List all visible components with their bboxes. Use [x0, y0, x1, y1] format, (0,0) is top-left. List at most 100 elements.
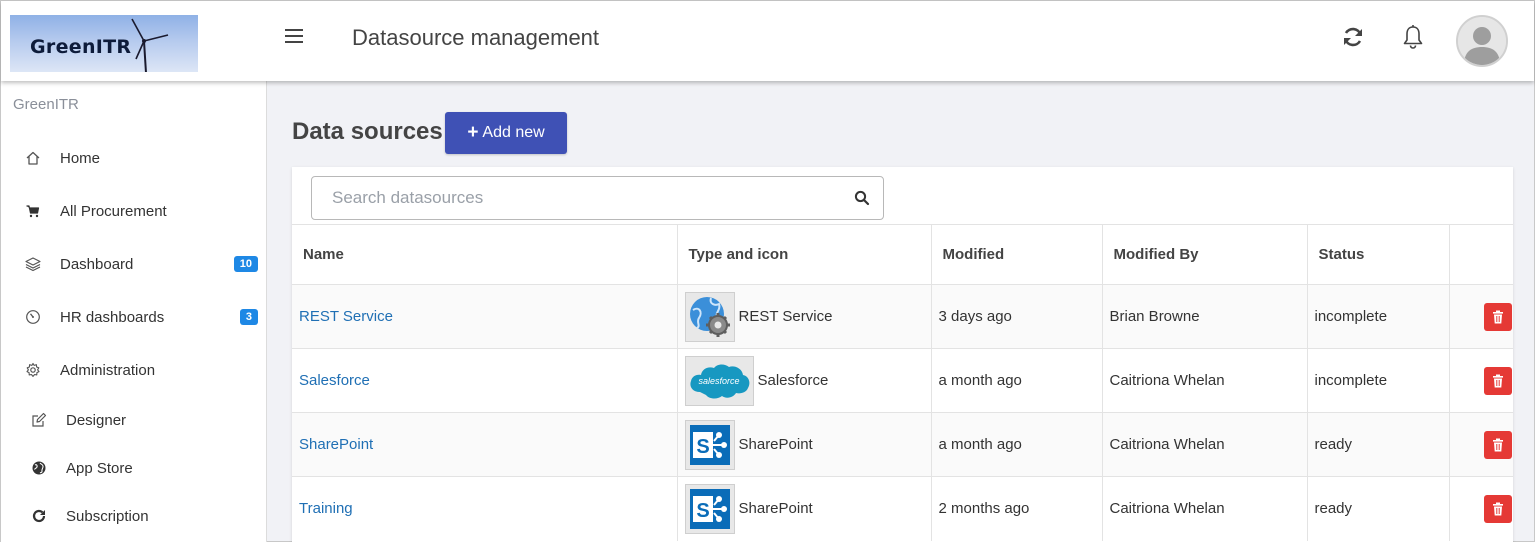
- datasources-table: Name Type and icon Modified Modified By …: [292, 224, 1513, 541]
- delete-button[interactable]: [1483, 430, 1512, 459]
- dashboard-count-badge: 10: [233, 256, 258, 272]
- sidebar-item-label: Subscription: [66, 507, 149, 525]
- cell-name: SharePoint: [292, 412, 678, 477]
- datasource-link[interactable]: Training: [299, 500, 353, 517]
- sidebar-item-label: All Procurement: [60, 202, 167, 220]
- cell-status: incomplete: [1307, 348, 1450, 413]
- datasource-link[interactable]: Salesforce: [299, 372, 370, 389]
- trash-icon: [1492, 438, 1503, 451]
- sharepoint-icon: S: [684, 419, 735, 470]
- delete-button[interactable]: [1483, 366, 1512, 395]
- gauge-icon: [23, 307, 43, 327]
- sidebar-item-dashboard[interactable]: Dashboard 10: [1, 244, 266, 284]
- sidebar-item-label: Designer: [66, 411, 127, 429]
- sidebar-item-label: HR dashboards: [60, 308, 165, 326]
- datasource-link[interactable]: SharePoint: [299, 436, 373, 453]
- search-input[interactable]: [312, 177, 832, 219]
- notification-bell-icon[interactable]: [1402, 24, 1424, 50]
- add-new-button[interactable]: + Add new: [445, 112, 567, 154]
- cell-type: salesforce Salesforce: [677, 348, 932, 413]
- column-header-name[interactable]: Name: [292, 224, 678, 285]
- type-label: REST Service: [738, 308, 833, 325]
- cell-modified: 2 months ago: [931, 476, 1103, 541]
- datasource-link[interactable]: REST Service: [299, 308, 393, 325]
- sidebar: GreenITR Home All Procurement Dashboard …: [1, 81, 267, 542]
- svg-text:S: S: [696, 436, 709, 458]
- trash-icon: [1492, 374, 1503, 387]
- cell-modified-by: Caitriona Whelan: [1102, 348, 1308, 413]
- sidebar-item-label: App Store: [66, 459, 133, 477]
- column-header-modified-by[interactable]: Modified By: [1102, 224, 1308, 285]
- search-icon[interactable]: [854, 190, 870, 206]
- plus-icon: +: [467, 122, 479, 143]
- sidebar-item-label: Dashboard: [60, 255, 134, 273]
- column-header-type[interactable]: Type and icon: [677, 224, 932, 285]
- cell-name: Training: [292, 476, 678, 541]
- section-heading: Data sources: [292, 118, 443, 145]
- app-logo[interactable]: GreenITR: [10, 15, 198, 72]
- home-icon: [23, 148, 43, 168]
- sidebar-item-designer[interactable]: Designer: [1, 400, 266, 440]
- sidebar-title: GreenITR: [13, 96, 79, 113]
- cell-actions: [1449, 348, 1513, 413]
- cell-modified: a month ago: [931, 348, 1103, 413]
- cell-modified-by: Caitriona Whelan: [1102, 412, 1308, 477]
- user-silhouette-icon: [1458, 17, 1506, 65]
- table-row[interactable]: Training S SharePoint 2 months ago Caitr…: [292, 476, 1513, 541]
- sidebar-item-subscription[interactable]: Subscription: [1, 496, 266, 536]
- globe-icon: [29, 458, 49, 478]
- refresh-icon[interactable]: [1341, 25, 1365, 49]
- page-title: Datasource management: [352, 25, 600, 50]
- cell-actions: [1449, 284, 1513, 349]
- sharepoint-icon: S: [684, 483, 735, 534]
- column-header-status[interactable]: Status: [1307, 224, 1450, 285]
- sidebar-item-all-procurement[interactable]: All Procurement: [1, 191, 266, 231]
- wind-turbine-icon: [131, 18, 169, 72]
- top-header: GreenITR Datasource management: [1, 1, 1534, 81]
- gear-icon: [23, 360, 43, 380]
- cell-name: Salesforce: [292, 348, 678, 413]
- salesforce-wordmark: salesforce: [698, 376, 739, 386]
- edit-icon: [29, 410, 49, 430]
- hr-dashboards-count-badge: 3: [239, 309, 258, 325]
- sidebar-item-label: Administration: [60, 361, 156, 379]
- delete-button[interactable]: [1483, 302, 1512, 331]
- salesforce-icon: salesforce: [684, 355, 754, 406]
- cell-status: incomplete: [1307, 284, 1450, 349]
- cell-type: REST Service: [677, 284, 932, 349]
- column-header-actions: [1449, 224, 1513, 285]
- cell-modified: a month ago: [931, 412, 1103, 477]
- cart-icon: [23, 201, 43, 221]
- cell-actions: [1449, 412, 1513, 477]
- rest-service-icon: [684, 291, 735, 342]
- sidebar-item-hr-dashboards[interactable]: HR dashboards 3: [1, 297, 266, 337]
- search-box: [311, 176, 884, 220]
- sidebar-item-administration[interactable]: Administration: [1, 350, 266, 390]
- add-new-label: Add new: [482, 124, 545, 141]
- cell-actions: [1449, 476, 1513, 541]
- table-row[interactable]: Salesforce salesforce Salesforce a month…: [292, 348, 1513, 413]
- cell-type: S SharePoint: [677, 412, 932, 477]
- datasources-panel: Name Type and icon Modified Modified By …: [292, 167, 1513, 542]
- column-header-modified[interactable]: Modified: [931, 224, 1103, 285]
- cell-modified-by: Brian Browne: [1102, 284, 1308, 349]
- delete-button[interactable]: [1483, 494, 1512, 523]
- trash-icon: [1492, 310, 1503, 323]
- table-row[interactable]: SharePoint S SharePoint a month ago Cait…: [292, 412, 1513, 477]
- svg-text:S: S: [696, 500, 709, 522]
- cell-status: ready: [1307, 412, 1450, 477]
- sidebar-item-app-store[interactable]: App Store: [1, 448, 266, 488]
- cell-type: S SharePoint: [677, 476, 932, 541]
- user-avatar[interactable]: [1456, 15, 1508, 67]
- sidebar-item-home[interactable]: Home: [1, 138, 266, 178]
- cell-name: REST Service: [292, 284, 678, 349]
- cell-modified-by: Caitriona Whelan: [1102, 476, 1308, 541]
- refresh-icon: [29, 506, 49, 526]
- type-label: Salesforce: [757, 372, 829, 389]
- sidebar-item-label: Home: [60, 149, 101, 167]
- type-label: SharePoint: [738, 500, 813, 518]
- table-row[interactable]: REST Service REST Service 3 days ago Bri…: [292, 284, 1513, 349]
- menu-toggle-icon[interactable]: [285, 29, 303, 45]
- table-header-row: Name Type and icon Modified Modified By …: [292, 224, 1513, 285]
- cell-status: ready: [1307, 476, 1450, 541]
